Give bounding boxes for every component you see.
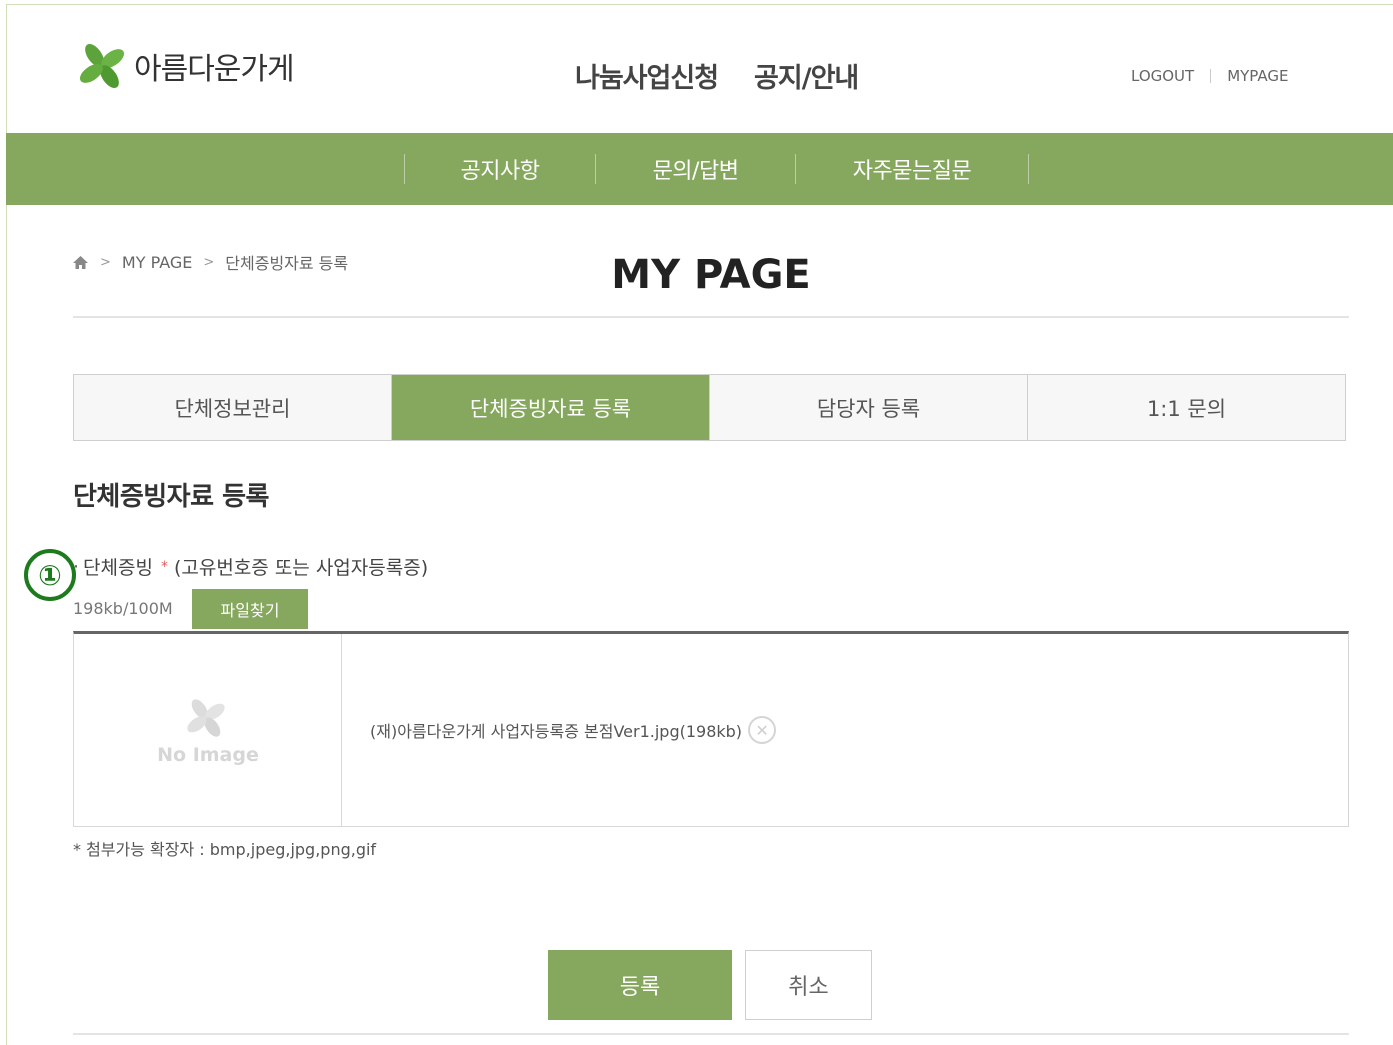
- section-title: 단체증빙자료 등록: [73, 482, 269, 512]
- page-title: MY PAGE: [611, 252, 811, 298]
- file-thumbnail: No Image: [74, 634, 342, 826]
- util-divider: [1210, 69, 1212, 83]
- no-image-text: No Image: [157, 744, 259, 766]
- file-info: (재)아름다운가게 사업자등록증 본점Ver1.jpg(198kb) ✕: [342, 634, 1348, 826]
- mypage-tabs: 단체정보관리 단체증빙자료 등록 담당자 등록 1:1 문의: [73, 374, 1346, 441]
- subnav-divider: [1028, 154, 1029, 184]
- required-mark: *: [160, 558, 168, 575]
- no-image-clover-icon: [187, 699, 225, 737]
- file-name: (재)아름다운가게 사업자등록증 본점Ver1.jpg(198kb): [370, 722, 743, 741]
- subnav-item-faq[interactable]: 자주묻는질문: [796, 153, 1028, 185]
- title-divider: [73, 316, 1349, 318]
- step-number-badge: ①: [24, 549, 76, 601]
- field-hint: (고유번호증 또는 사업자등록증): [173, 557, 429, 579]
- submit-button[interactable]: 등록: [548, 950, 732, 1020]
- nav-item-apply[interactable]: 나눔사업신청: [575, 56, 719, 95]
- tab-org-info[interactable]: 단체정보관리: [74, 375, 392, 440]
- mypage-link[interactable]: MYPAGE: [1227, 67, 1288, 85]
- sub-nav-bar: 공지사항 문의/답변 자주묻는질문: [6, 133, 1393, 205]
- remove-file-icon[interactable]: ✕: [748, 716, 777, 744]
- clover-logo-icon: [79, 43, 125, 89]
- allowed-extensions-note: * 첨부가능 확장자 : bmp,jpeg,jpg,png,gif: [73, 840, 377, 859]
- site-logo[interactable]: 아름다운가게: [72, 36, 295, 96]
- tab-manager-register[interactable]: 담당자 등록: [710, 375, 1028, 440]
- util-links: LOGOUT MYPAGE: [1131, 67, 1289, 85]
- cancel-button[interactable]: 취소: [745, 950, 872, 1020]
- tab-org-documents[interactable]: 단체증빙자료 등록: [392, 375, 710, 440]
- main-nav: 나눔사업신청 공지/안내: [575, 56, 859, 95]
- logout-link[interactable]: LOGOUT: [1131, 67, 1194, 85]
- field-label: 단체증빙: [83, 557, 153, 579]
- tab-inquiry[interactable]: 1:1 문의: [1028, 375, 1345, 440]
- subnav-item-qna[interactable]: 문의/답변: [596, 153, 795, 185]
- bottom-divider: [73, 1033, 1349, 1035]
- subnav-item-notice[interactable]: 공지사항: [405, 153, 595, 185]
- field-label-row: · 단체증빙 * (고유번호증 또는 사업자등록증): [73, 553, 428, 580]
- find-file-button[interactable]: 파일찾기: [192, 589, 308, 629]
- file-attachment-box: No Image (재)아름다운가게 사업자등록증 본점Ver1.jpg(198…: [73, 631, 1349, 827]
- logo-text: 아름다운가게: [134, 52, 295, 87]
- nav-item-notice[interactable]: 공지/안내: [754, 56, 859, 95]
- file-size-info: 198kb/100M: [73, 599, 173, 618]
